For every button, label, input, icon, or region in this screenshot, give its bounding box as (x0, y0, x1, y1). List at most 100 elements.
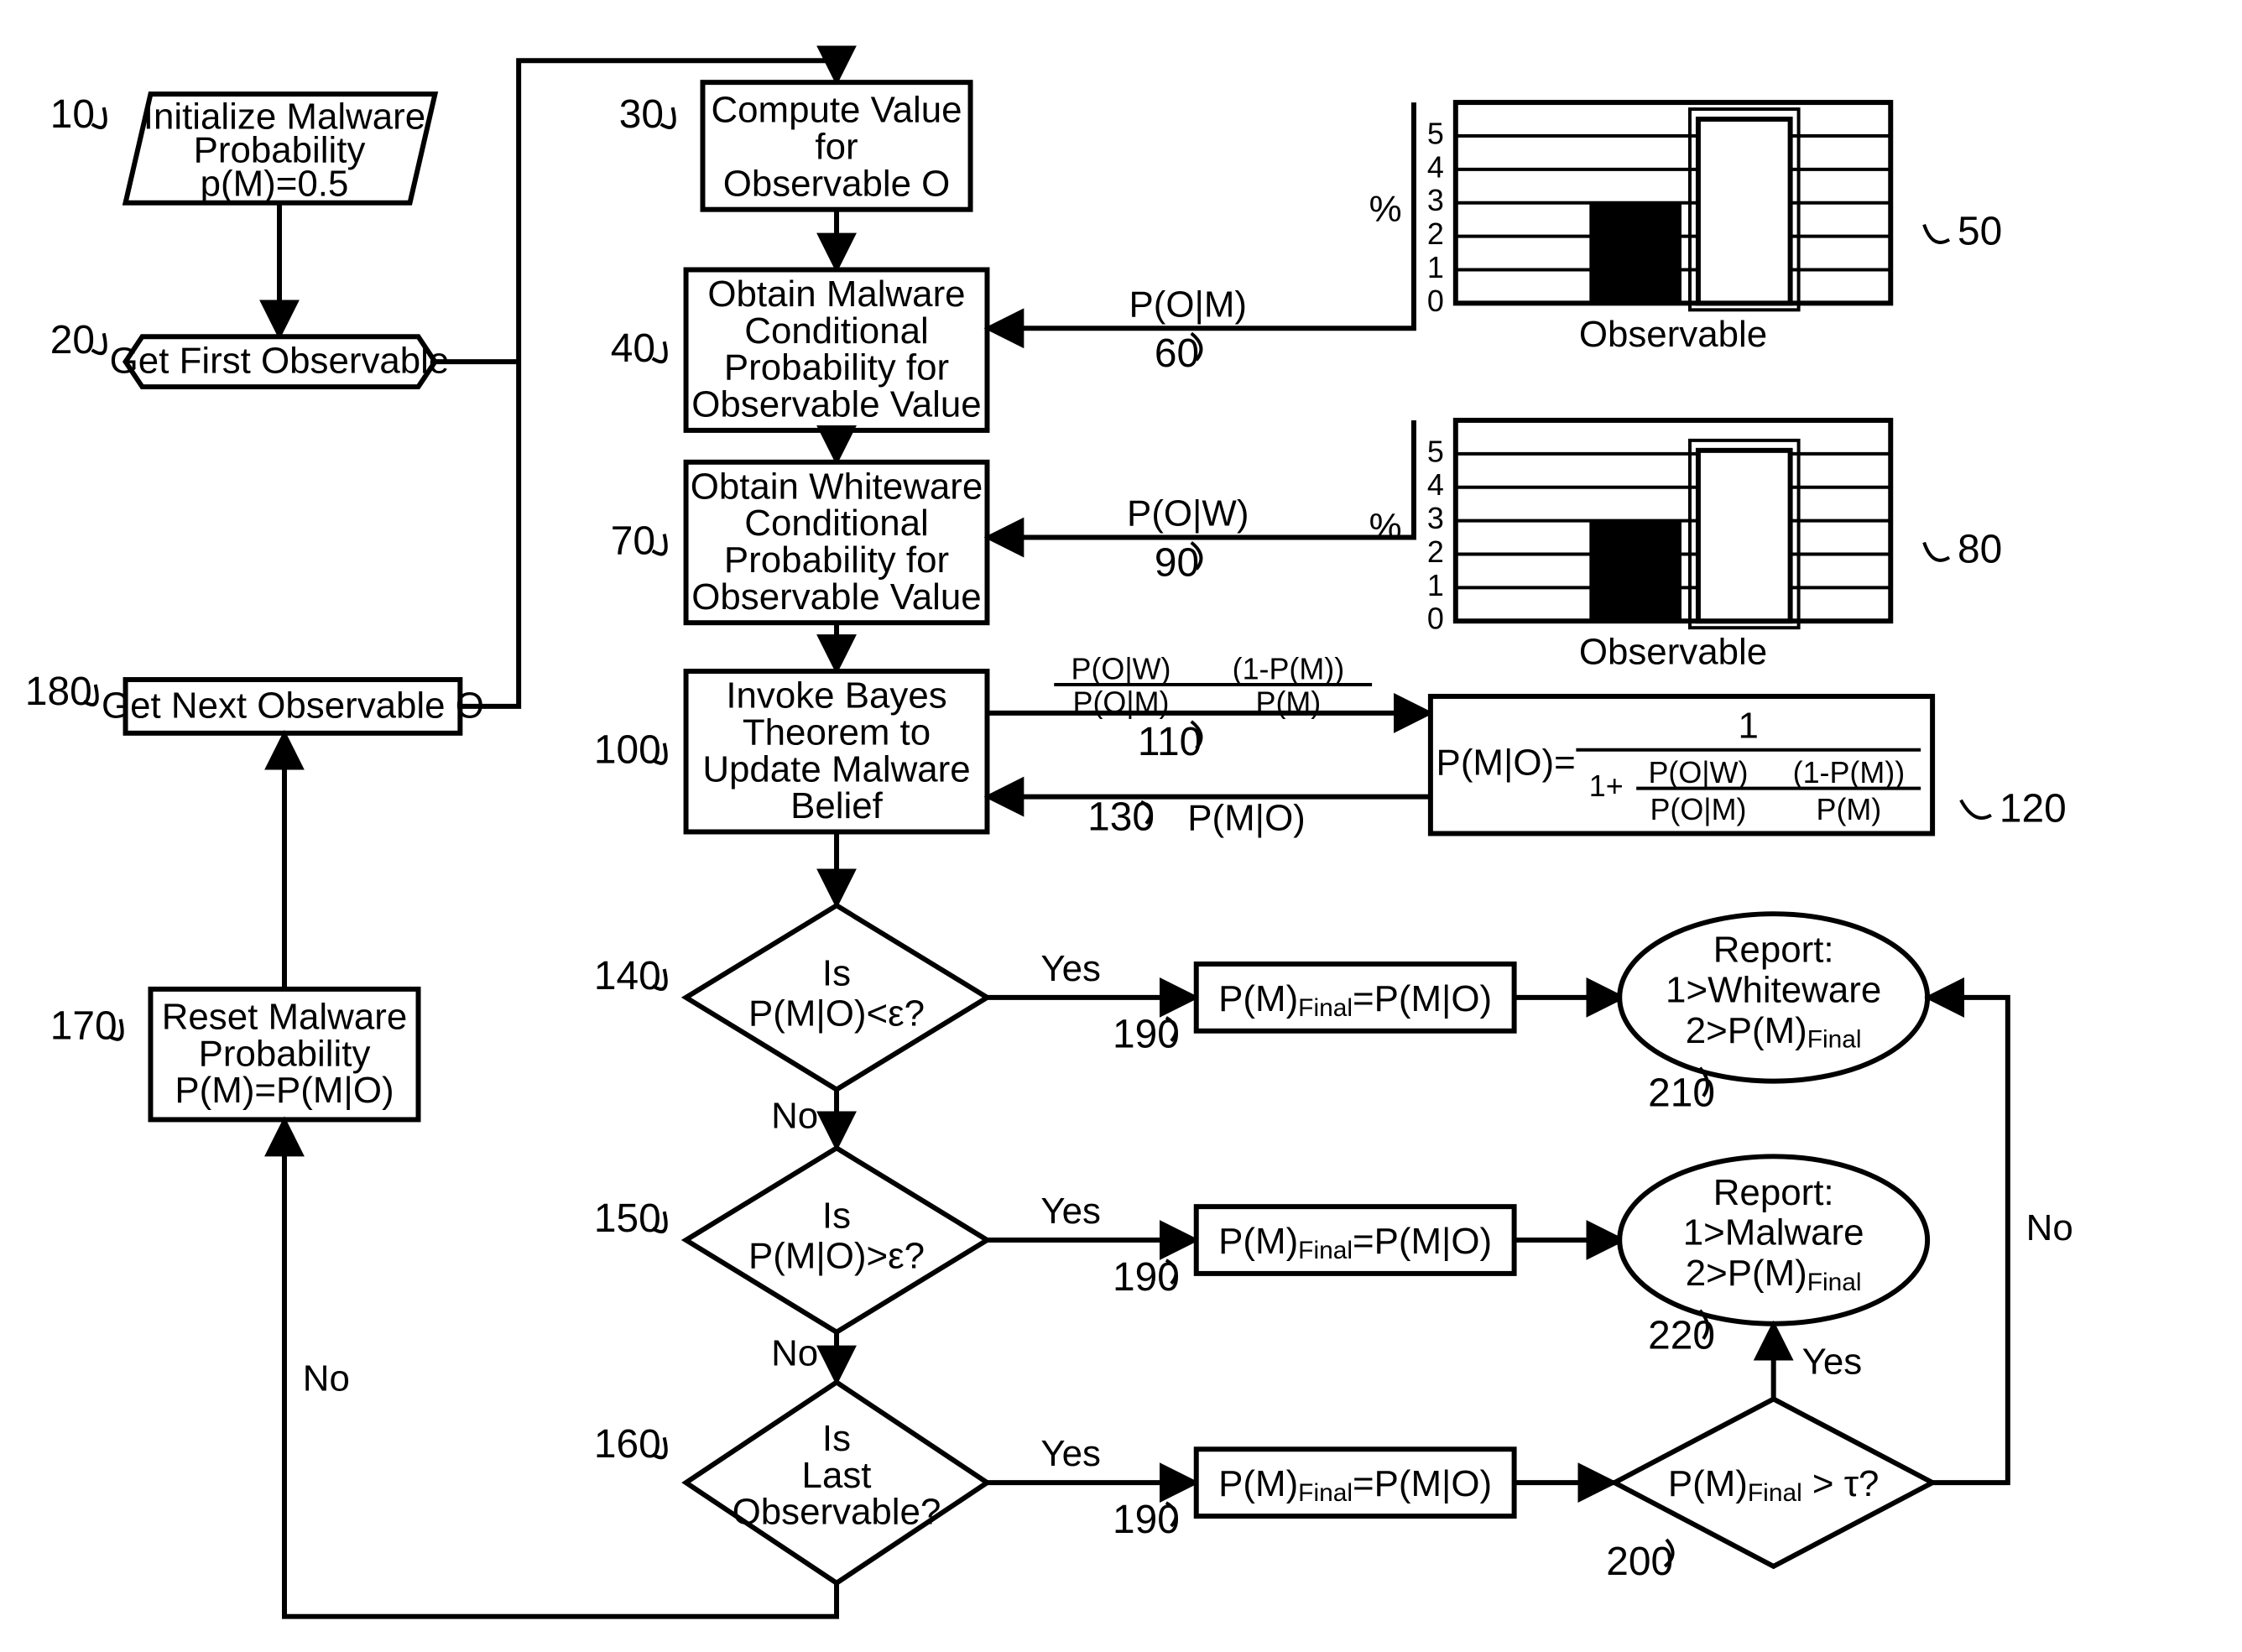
text: Probability (199, 1033, 371, 1074)
bar-hollow (1698, 451, 1791, 621)
node-invoke-bayes-theorem: Invoke Bayes Theorem to Update Malware B… (686, 671, 988, 831)
edge-110-fraction: P(O|W) (1-P(M)) P(O|M) P(M) (1054, 653, 1372, 720)
text: P(O|W) (1071, 653, 1171, 686)
xlabel: Observable (1579, 314, 1767, 355)
text: P(O|M) (1073, 685, 1170, 719)
text: Report: (1713, 1172, 1834, 1213)
ref-label: 70 (611, 519, 655, 563)
tick: 1 (1427, 569, 1444, 602)
text: Is (822, 1418, 851, 1459)
node-compute-value-for-observable: Compute Value for Observable O (702, 82, 970, 210)
text: Report: (1713, 930, 1834, 971)
edge-label-yes: Yes (1040, 1433, 1101, 1474)
ref-label: 130 (1087, 795, 1155, 839)
text: Probability for (724, 539, 949, 581)
decision-pmo-gt-epsilon: Is P(M|O)>ε? (686, 1148, 988, 1332)
arrow (1927, 998, 2008, 1483)
text: Obtain Whiteware (691, 466, 983, 507)
ylabel: % (1369, 506, 1402, 547)
tick: 4 (1427, 150, 1444, 184)
text: p(M)=0.5 (201, 163, 349, 204)
text: Observable Value (691, 384, 981, 425)
text: Observable O (723, 163, 951, 204)
chart-malware-histogram: 0 1 2 3 4 5 % Observable (1369, 102, 1891, 355)
text: Obtain Malware (707, 274, 965, 315)
text: P(M)=P(M|O) (175, 1070, 394, 1111)
tick: 5 (1427, 117, 1444, 150)
ref-label: 160 (594, 1422, 661, 1467)
ref-label: 120 (2000, 787, 2067, 831)
node-pm-final-eq-pmo-b: P(M)Final=P(M|O) (1197, 1206, 1515, 1274)
text: Conditional (744, 503, 928, 544)
text: Probability for (724, 347, 949, 388)
edge-label-yes: Yes (1040, 948, 1101, 989)
ref-label: 10 (50, 92, 95, 137)
text: Update Malware (702, 748, 970, 790)
ref-label: 50 (1958, 210, 2002, 254)
text: P(M)Final=P(M|O) (1218, 977, 1492, 1021)
ref-label: 110 (1138, 720, 1202, 764)
text: P(M|O)<ε? (748, 993, 925, 1034)
decision-pmo-lt-epsilon: Is P(M|O)<ε? (686, 905, 988, 1089)
edge-label: P(O|W) (1127, 493, 1249, 534)
ref-label: 140 (594, 954, 661, 998)
text: P(O|M) (1650, 793, 1746, 826)
edge-label: P(M|O) (1187, 797, 1306, 838)
text: P(M) (1817, 793, 1882, 826)
text: P(M) (1256, 685, 1322, 719)
node-get-first-observable: Get First Observable (110, 336, 450, 387)
tick: 1 (1427, 251, 1444, 284)
text: 1+ (1589, 769, 1624, 803)
tick: 5 (1427, 435, 1444, 468)
tick: 2 (1427, 535, 1444, 569)
tick: 2 (1427, 217, 1444, 251)
node-reset-malware-probability: Reset Malware Probability P(M)=P(M|O) (150, 989, 418, 1120)
text: Compute Value (711, 90, 962, 131)
text: Get Next Observable O (102, 685, 484, 727)
ref-label: 40 (611, 326, 655, 371)
chart-whiteware-histogram: 0 1 2 3 4 5 % Observable (1369, 420, 1891, 673)
text: P(M|O)>ε? (748, 1236, 925, 1277)
text: P(M)Final=P(M|O) (1218, 1221, 1492, 1264)
text: Is (822, 1196, 851, 1237)
edge-label-yes: Yes (1802, 1342, 1863, 1383)
text: 1>Whiteware (1666, 969, 1881, 1010)
text: P(O|W) (1648, 756, 1748, 790)
node-obtain-malware-conditional-probability: Obtain Malware Conditional Probability f… (686, 269, 988, 430)
edge-label-yes: Yes (1040, 1191, 1101, 1232)
text: for (815, 127, 858, 168)
tick: 0 (1427, 284, 1444, 318)
text: Conditional (744, 310, 928, 352)
edge-label-no: No (771, 1333, 818, 1374)
text: (1-P(M)) (1793, 756, 1906, 790)
node-report-malware: Report: 1>Malware 2>P(M)Final (1619, 1156, 1927, 1323)
xlabel: Observable (1579, 632, 1767, 673)
text: 1>Malware (1683, 1212, 1864, 1253)
ref-label: 150 (594, 1196, 661, 1241)
text: P(M|O)= (1436, 742, 1576, 783)
tick: 4 (1427, 468, 1444, 502)
ref-label: 30 (619, 92, 664, 137)
tick: 3 (1427, 184, 1444, 217)
bar-filled (1589, 521, 1682, 622)
text: 1 (1739, 705, 1759, 746)
edge-label-no: No (303, 1358, 350, 1399)
node-initialize-malware-probability: Initialize Malware Probability p(M)=0.5 (126, 94, 435, 204)
ref-label: 80 (1958, 527, 2002, 571)
text: Reset Malware (162, 996, 408, 1037)
ref-label: 200 (1606, 1540, 1673, 1584)
ref-label: 90 (1155, 540, 1199, 585)
ref-pointer (1924, 543, 1949, 560)
ref-label: 180 (25, 670, 92, 714)
node-get-next-observable: Get Next Observable O (102, 680, 484, 733)
bar-hollow (1698, 119, 1791, 303)
arrow-loop-no (284, 1119, 837, 1616)
text: (1-P(M)) (1233, 653, 1345, 686)
ref-label: 100 (594, 728, 661, 773)
text: Last (802, 1455, 872, 1496)
text: Observable? (733, 1492, 941, 1533)
tick: 0 (1427, 602, 1444, 636)
text: Belief (790, 785, 884, 826)
ylabel: % (1369, 188, 1402, 229)
text: Theorem to (743, 711, 931, 753)
